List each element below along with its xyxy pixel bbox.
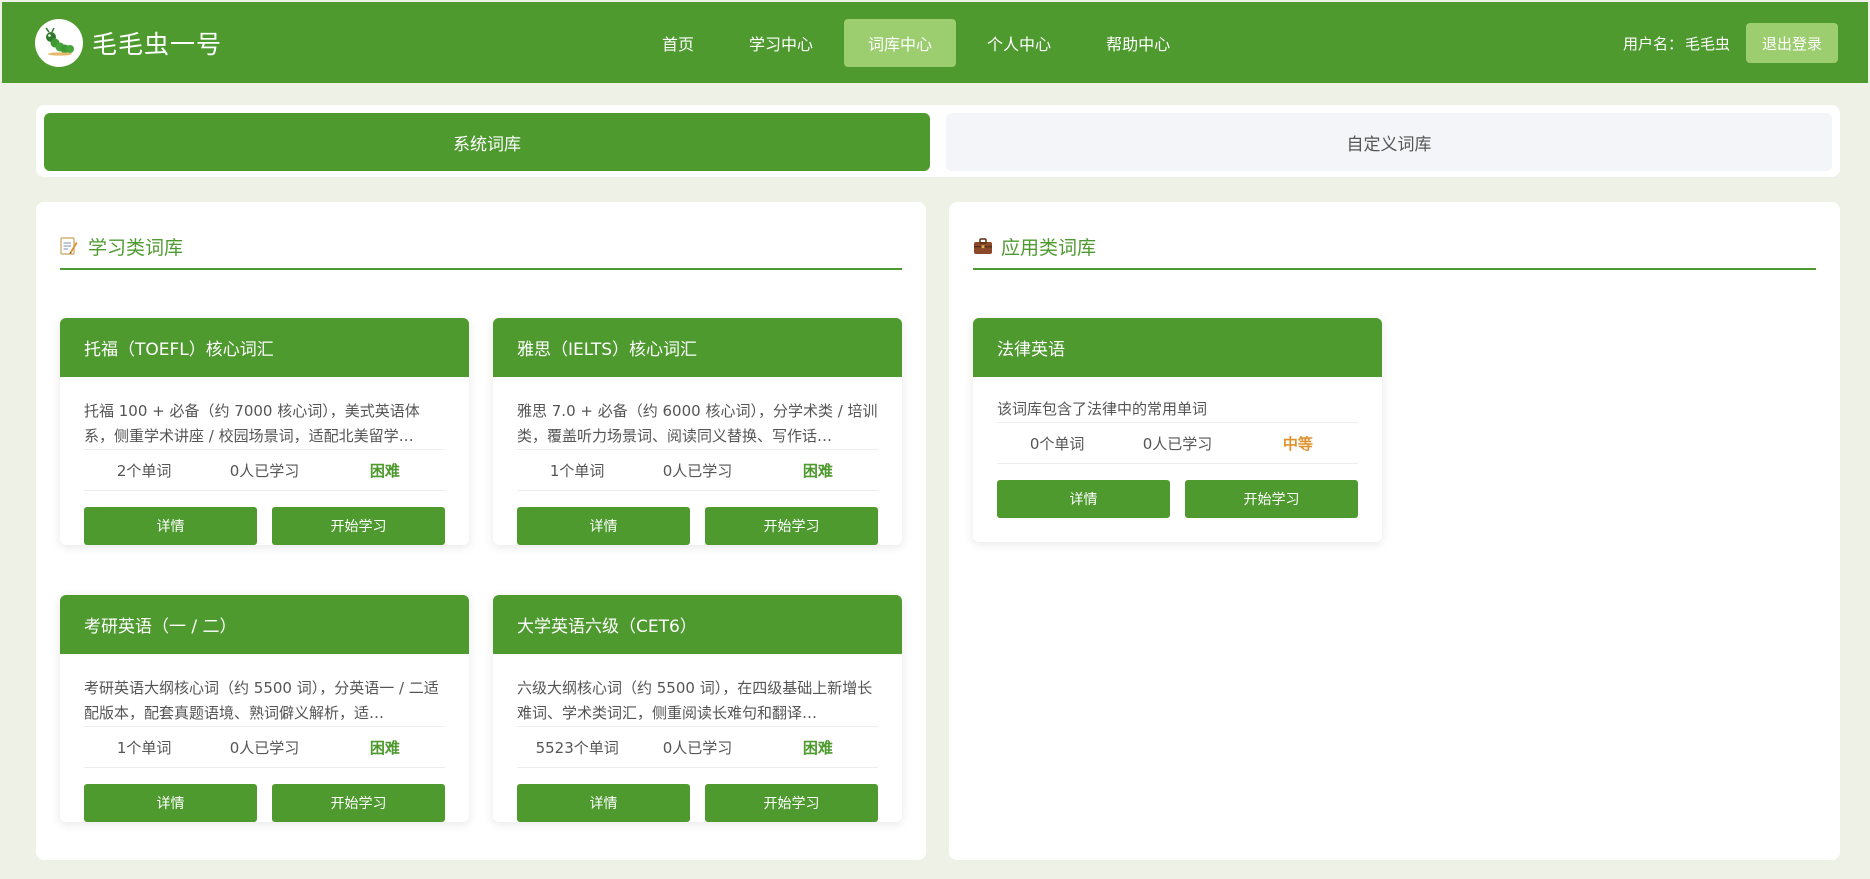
learner-count: 0人已学习 bbox=[662, 461, 733, 480]
nav-wordbank-center[interactable]: 词库中心 bbox=[844, 19, 957, 67]
caterpillar-icon bbox=[35, 19, 83, 67]
username-label: 用户名： bbox=[1622, 34, 1683, 53]
wordbank-card: 大学英语六级（CET6） 六级大纲核心词（约 5500 词），在四级基础上新增长… bbox=[493, 595, 902, 822]
card-description: 该词库包含了法律中的常用单词 bbox=[997, 400, 1208, 418]
username-value: 毛毛虫 bbox=[1684, 34, 1730, 53]
wordbank-tab-bar: 系统词库 自定义词库 bbox=[36, 105, 1840, 177]
card-description: 六级大纲核心词（约 5500 词），在四级基础上新增长难词、学术类词汇，侧重阅读… bbox=[517, 679, 873, 722]
learner-count: 0人已学习 bbox=[229, 461, 300, 480]
word-count: 5523个单词 bbox=[535, 738, 619, 757]
wordbank-card: 考研英语（一 / 二） 考研英语大纲核心词（约 5500 词），分英语一 / 二… bbox=[60, 595, 469, 822]
difficulty-level: 困难 bbox=[802, 461, 833, 480]
card-description: 托福 100 + 必备（约 7000 核心词），美式英语体系，侧重学术讲座 / … bbox=[84, 402, 420, 445]
difficulty-level: 中等 bbox=[1282, 434, 1313, 453]
details-button[interactable]: 详情 bbox=[997, 480, 1170, 518]
memo-icon bbox=[60, 236, 80, 256]
wordbank-card: 雅思（IELTS）核心词汇 雅思 7.0 + 必备（约 6000 核心词），分学… bbox=[493, 318, 902, 545]
panel-header: 学习类词库 bbox=[60, 224, 902, 270]
panel-title: 应用类词库 bbox=[1001, 236, 1097, 259]
nav-home[interactable]: 首页 bbox=[638, 19, 718, 67]
card-title: 大学英语六级（CET6） bbox=[493, 595, 902, 654]
word-count: 1个单词 bbox=[116, 738, 172, 757]
card-stats: 5523个单词 0人已学习 困难 bbox=[517, 726, 878, 768]
wordbank-card: 托福（TOEFL）核心词汇 托福 100 + 必备（约 7000 核心词），美式… bbox=[60, 318, 469, 545]
logout-button[interactable]: 退出登录 bbox=[1745, 23, 1838, 63]
user-area: 用户名： 毛毛虫 退出登录 bbox=[1623, 23, 1838, 63]
card-description: 雅思 7.0 + 必备（约 6000 核心词），分学术类 / 培训类，覆盖听力场… bbox=[517, 402, 878, 445]
card-title: 法律英语 bbox=[973, 318, 1382, 377]
tab-system-wordbank[interactable]: 系统词库 bbox=[44, 113, 930, 171]
card-stats: 1个单词 0人已学习 困难 bbox=[84, 726, 445, 768]
start-learning-button[interactable]: 开始学习 bbox=[705, 784, 878, 822]
learner-count: 0人已学习 bbox=[1142, 434, 1213, 453]
card-stats: 1个单词 0人已学习 困难 bbox=[517, 449, 878, 491]
start-learning-button[interactable]: 开始学习 bbox=[1185, 480, 1358, 518]
word-count: 0个单词 bbox=[1029, 434, 1085, 453]
nav-learning-center[interactable]: 学习中心 bbox=[725, 19, 837, 67]
learner-count: 0人已学习 bbox=[662, 738, 733, 757]
difficulty-level: 困难 bbox=[802, 738, 833, 757]
card-description: 考研英语大纲核心词（约 5500 词），分英语一 / 二适配版本，配套真题语境、… bbox=[84, 679, 439, 722]
nav-personal-center[interactable]: 个人中心 bbox=[963, 19, 1075, 67]
briefcase-icon bbox=[973, 236, 993, 256]
study-wordbank-panel: 学习类词库 托福（TOEFL）核心词汇 托福 100 + 必备（约 7000 核… bbox=[36, 202, 926, 860]
main-nav: 首页 学习中心 词库中心 个人中心 帮助中心 bbox=[638, 19, 1201, 67]
card-stats: 2个单词 0人已学习 困难 bbox=[84, 449, 445, 491]
application-wordbank-panel: 应用类词库 法律英语 该词库包含了法律中的常用单词 0个单词 0人已学习 中等 … bbox=[949, 202, 1840, 860]
difficulty-level: 困难 bbox=[369, 461, 400, 480]
card-title: 托福（TOEFL）核心词汇 bbox=[60, 318, 469, 377]
details-button[interactable]: 详情 bbox=[517, 507, 690, 545]
brand-logo[interactable]: 毛毛虫一号 bbox=[35, 19, 222, 67]
word-count: 1个单词 bbox=[549, 461, 605, 480]
word-count: 2个单词 bbox=[116, 461, 172, 480]
wordbank-card: 法律英语 该词库包含了法律中的常用单词 0个单词 0人已学习 中等 详情 开始学… bbox=[973, 318, 1382, 542]
start-learning-button[interactable]: 开始学习 bbox=[272, 784, 445, 822]
panel-header: 应用类词库 bbox=[973, 224, 1816, 270]
app-window: 毛毛虫一号 首页 学习中心 词库中心 个人中心 帮助中心 用户名： 毛毛虫 退出… bbox=[2, 2, 1868, 877]
card-stats: 0个单词 0人已学习 中等 bbox=[997, 422, 1358, 464]
details-button[interactable]: 详情 bbox=[84, 507, 257, 545]
start-learning-button[interactable]: 开始学习 bbox=[272, 507, 445, 545]
tab-custom-wordbank[interactable]: 自定义词库 bbox=[946, 113, 1832, 171]
top-navbar: 毛毛虫一号 首页 学习中心 词库中心 个人中心 帮助中心 用户名： 毛毛虫 退出… bbox=[2, 2, 1868, 83]
card-title: 雅思（IELTS）核心词汇 bbox=[493, 318, 902, 377]
difficulty-level: 困难 bbox=[369, 738, 400, 757]
card-title: 考研英语（一 / 二） bbox=[60, 595, 469, 654]
brand-name: 毛毛虫一号 bbox=[92, 30, 223, 59]
details-button[interactable]: 详情 bbox=[517, 784, 690, 822]
panel-title: 学习类词库 bbox=[88, 236, 184, 259]
start-learning-button[interactable]: 开始学习 bbox=[705, 507, 878, 545]
learner-count: 0人已学习 bbox=[229, 738, 300, 757]
nav-help-center[interactable]: 帮助中心 bbox=[1082, 19, 1194, 67]
details-button[interactable]: 详情 bbox=[84, 784, 257, 822]
